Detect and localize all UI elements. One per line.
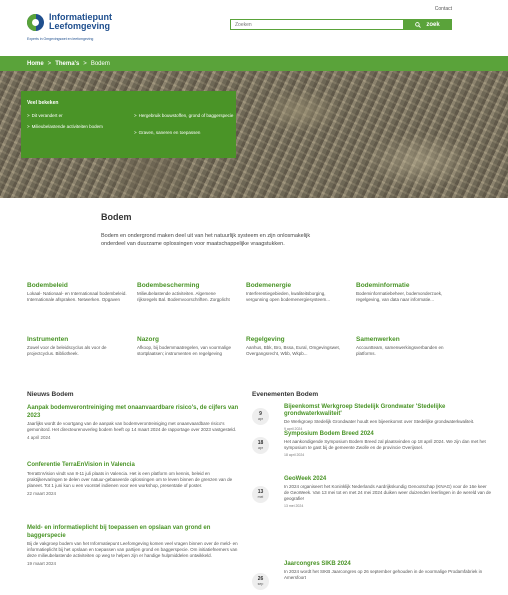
popular-panel: Veel bekeken > Dit verandert er > Milieube… bbox=[21, 91, 236, 158]
topic-tile-title[interactable]: Instrumenten bbox=[27, 336, 127, 343]
event-title-link[interactable]: Symposium Bodem Breed 2024 bbox=[284, 431, 492, 438]
news-date: 4 april 2024 bbox=[27, 435, 51, 440]
event-item: 13 mei GeoWeek 2024 In 2024 organiseert … bbox=[252, 476, 492, 508]
topic-tile-title[interactable]: Nazorg bbox=[137, 336, 237, 343]
chevron-right-icon: > bbox=[134, 130, 137, 135]
search-bar: zoek bbox=[230, 19, 452, 30]
event-month: sep bbox=[257, 582, 264, 586]
topic-tile-bodembescherming[interactable]: Bodembescherming Milieubelastende activi… bbox=[137, 282, 237, 303]
topic-tile-samenwerken[interactable]: Samenwerken Accountteam, samenwerkingsve… bbox=[356, 336, 456, 357]
search-icon bbox=[415, 21, 422, 28]
event-item: 26 sep Jaarcongres SIKB 2024 In 2024 wor… bbox=[252, 561, 492, 590]
events-heading: Evenementen Bodem bbox=[252, 391, 319, 398]
topic-tile-regelgeving[interactable]: Regelgeving Aanhus, Bbk, Bro, Bssa, Eura… bbox=[246, 336, 346, 357]
event-title-link[interactable]: Jaarcongres SIKB 2024 bbox=[284, 561, 492, 568]
breadcrumb-themas[interactable]: Thema's bbox=[55, 61, 79, 67]
hero-image: Veel bekeken > Dit verandert er > Milieube… bbox=[0, 71, 508, 198]
event-date-badge: 26 sep bbox=[252, 573, 269, 590]
news-desc: TerraEnVision vindt van 8-11 juli plaats… bbox=[27, 470, 233, 488]
event-date-badge: 18 apr bbox=[252, 437, 269, 454]
news-heading: Nieuws Bodem bbox=[27, 391, 74, 398]
breadcrumb-home[interactable]: Home bbox=[27, 61, 44, 67]
event-month: apr bbox=[257, 446, 264, 450]
event-month: mei bbox=[257, 495, 264, 499]
event-meta: 18 april 2024 bbox=[284, 453, 305, 457]
event-desc: De Werkgroep Stedelijk Grondwater houdt … bbox=[284, 419, 475, 424]
popular-link-4[interactable]: > Graven, saneren en toepassen bbox=[134, 130, 234, 136]
event-date-badge: 13 mei bbox=[252, 486, 269, 503]
popular-link-label: Dit verandert er bbox=[31, 113, 63, 118]
news-desc: Bij de vakgroep bodem van het Informatie… bbox=[27, 541, 238, 558]
logo-text: Informatiepunt Leefomgeving bbox=[49, 13, 112, 31]
topic-tile-desc: Milieubelastende activiteiten. Algemene … bbox=[137, 291, 230, 302]
topic-tile-title[interactable]: Bodeminformatie bbox=[356, 282, 456, 289]
contact-link[interactable]: Contact bbox=[435, 6, 452, 12]
breadcrumb-separator: > bbox=[47, 60, 52, 67]
topic-tile-desc: Accountteam, samenwerkingsverbanden en p… bbox=[356, 345, 444, 356]
topic-tile-title[interactable]: Regelgeving bbox=[246, 336, 346, 343]
event-desc: In 2024 wordt het SIKB Jaarcongres op 26… bbox=[284, 569, 483, 580]
news-date: 19 maart 2024 bbox=[27, 561, 57, 566]
logo-icon bbox=[27, 14, 44, 31]
event-title-link[interactable]: GeoWeek 2024 bbox=[284, 476, 492, 483]
event-date-badge: 9 apr bbox=[252, 408, 269, 425]
logo-tagline: Experts in Omgevingswet en leefomgeving bbox=[27, 37, 94, 41]
event-title-link[interactable]: Bijeenkomst Werkgroep Stedelijk Grondwat… bbox=[284, 404, 492, 418]
topic-tile-desc: Interferentiegebieden, kwaliteitsborging… bbox=[246, 291, 331, 302]
topic-tile-desc: Aanhus, Bbk, Bro, Bssa, Eural, Omgevings… bbox=[246, 345, 341, 356]
breadcrumb-separator: > bbox=[83, 60, 87, 67]
topic-tile-title[interactable]: Bodembeleid bbox=[27, 282, 127, 289]
topic-tile-bodeminformatie[interactable]: Bodeminformatie Bodeminformatiebeheer, b… bbox=[356, 282, 456, 303]
topic-tile-bodembeleid[interactable]: Bodembeleid Lokaal- Nationaal- en Intern… bbox=[27, 282, 127, 303]
chevron-right-icon: > bbox=[27, 124, 30, 129]
topic-tile-desc: Afkoop, bij bodemmaatregelen, van voorma… bbox=[137, 345, 232, 356]
event-item: 18 apr Symposium Bodem Breed 2024 Het aa… bbox=[252, 431, 492, 457]
topic-tile-instrumenten[interactable]: Instrumenten Zowel voor de beleidscyclus… bbox=[27, 336, 127, 357]
page-intro: Bodem en ondergrond maken deel uit van h… bbox=[101, 233, 311, 247]
search-button-label: zoek bbox=[426, 21, 440, 28]
news-date: 22 maart 2024 bbox=[27, 490, 57, 496]
event-desc: Het aankondigende Symposium Bodem Breed … bbox=[284, 439, 486, 450]
event-item: 9 apr Bijeenkomst Werkgroep Stedelijk Gr… bbox=[252, 404, 492, 431]
news-item: Aanpak bodemverontreiniging met onaanvaa… bbox=[27, 405, 239, 440]
popular-links: > Dit verandert er > Milieubelastende acti… bbox=[27, 113, 233, 153]
popular-link-3[interactable]: > Hergebruik bouwstoffen, grond of bagger… bbox=[134, 113, 234, 119]
news-title-link[interactable]: Aanpak bodemverontreiniging met onaanvaa… bbox=[27, 405, 239, 420]
breadcrumb-current: Bodem bbox=[90, 60, 110, 67]
site-logo[interactable]: Informatiepunt Leefomgeving bbox=[27, 13, 112, 31]
event-meta: 13 mei 2024 bbox=[284, 504, 304, 508]
topic-tile-nazorg[interactable]: Nazorg Afkoop, bij bodemmaatregelen, van… bbox=[137, 336, 237, 357]
site-header: Contact Informatiepunt Leefomgeving Expe… bbox=[0, 0, 508, 52]
news-title-link[interactable]: Conferentie TerraEnVision in Valencia bbox=[27, 462, 239, 470]
popular-link-label: Graven, saneren en toepassen bbox=[138, 130, 201, 135]
news-title-link[interactable]: Meld- en informatieplicht bij toepassen … bbox=[27, 525, 239, 540]
topic-tile-desc: Zowel voor de beleidscyclus als voor de … bbox=[27, 345, 107, 356]
topic-tile-desc: Lokaal- Nationaal- en Internationaal bod… bbox=[27, 291, 127, 302]
news-item: Meld- en informatieplicht bij toepassen … bbox=[27, 525, 239, 566]
news-item: Conferentie TerraEnVision in Valencia Te… bbox=[27, 462, 239, 496]
popular-link-label: Milieubelastende activiteiten bodem bbox=[31, 124, 103, 129]
popular-panel-title: Veel bekeken bbox=[27, 100, 59, 106]
event-desc: In 2024 organiseert het Koninklijk Neder… bbox=[284, 484, 491, 501]
topic-tile-title[interactable]: Bodembescherming bbox=[137, 282, 237, 289]
news-desc: Jaarlijks wordt de voortgang van de aanp… bbox=[27, 421, 237, 432]
chevron-right-icon: > bbox=[27, 113, 30, 118]
chevron-right-icon: > bbox=[134, 113, 137, 118]
topic-tile-title[interactable]: Samenwerken bbox=[356, 336, 456, 343]
search-input[interactable] bbox=[230, 19, 403, 30]
popular-link-2[interactable]: > Milieubelastende activiteiten bodem bbox=[27, 124, 122, 130]
breadcrumb: Home > Thema's > Bodem bbox=[0, 56, 508, 71]
event-month: apr bbox=[257, 417, 264, 421]
topic-tile-desc: Bodeminformatiebeheer, bodemonderzoek, r… bbox=[356, 291, 443, 302]
popular-link-label: Hergebruik bouwstoffen, grond of baggers… bbox=[138, 113, 234, 118]
logo-line2: Leefomgeving bbox=[49, 21, 111, 31]
topic-tile-bodemenergie[interactable]: Bodemenergie Interferentiegebieden, kwal… bbox=[246, 282, 346, 303]
search-button[interactable]: zoek bbox=[403, 19, 452, 30]
page-title: Bodem bbox=[101, 212, 132, 222]
topic-tile-title[interactable]: Bodemenergie bbox=[246, 282, 346, 289]
popular-link-1[interactable]: > Dit verandert er bbox=[27, 113, 127, 119]
